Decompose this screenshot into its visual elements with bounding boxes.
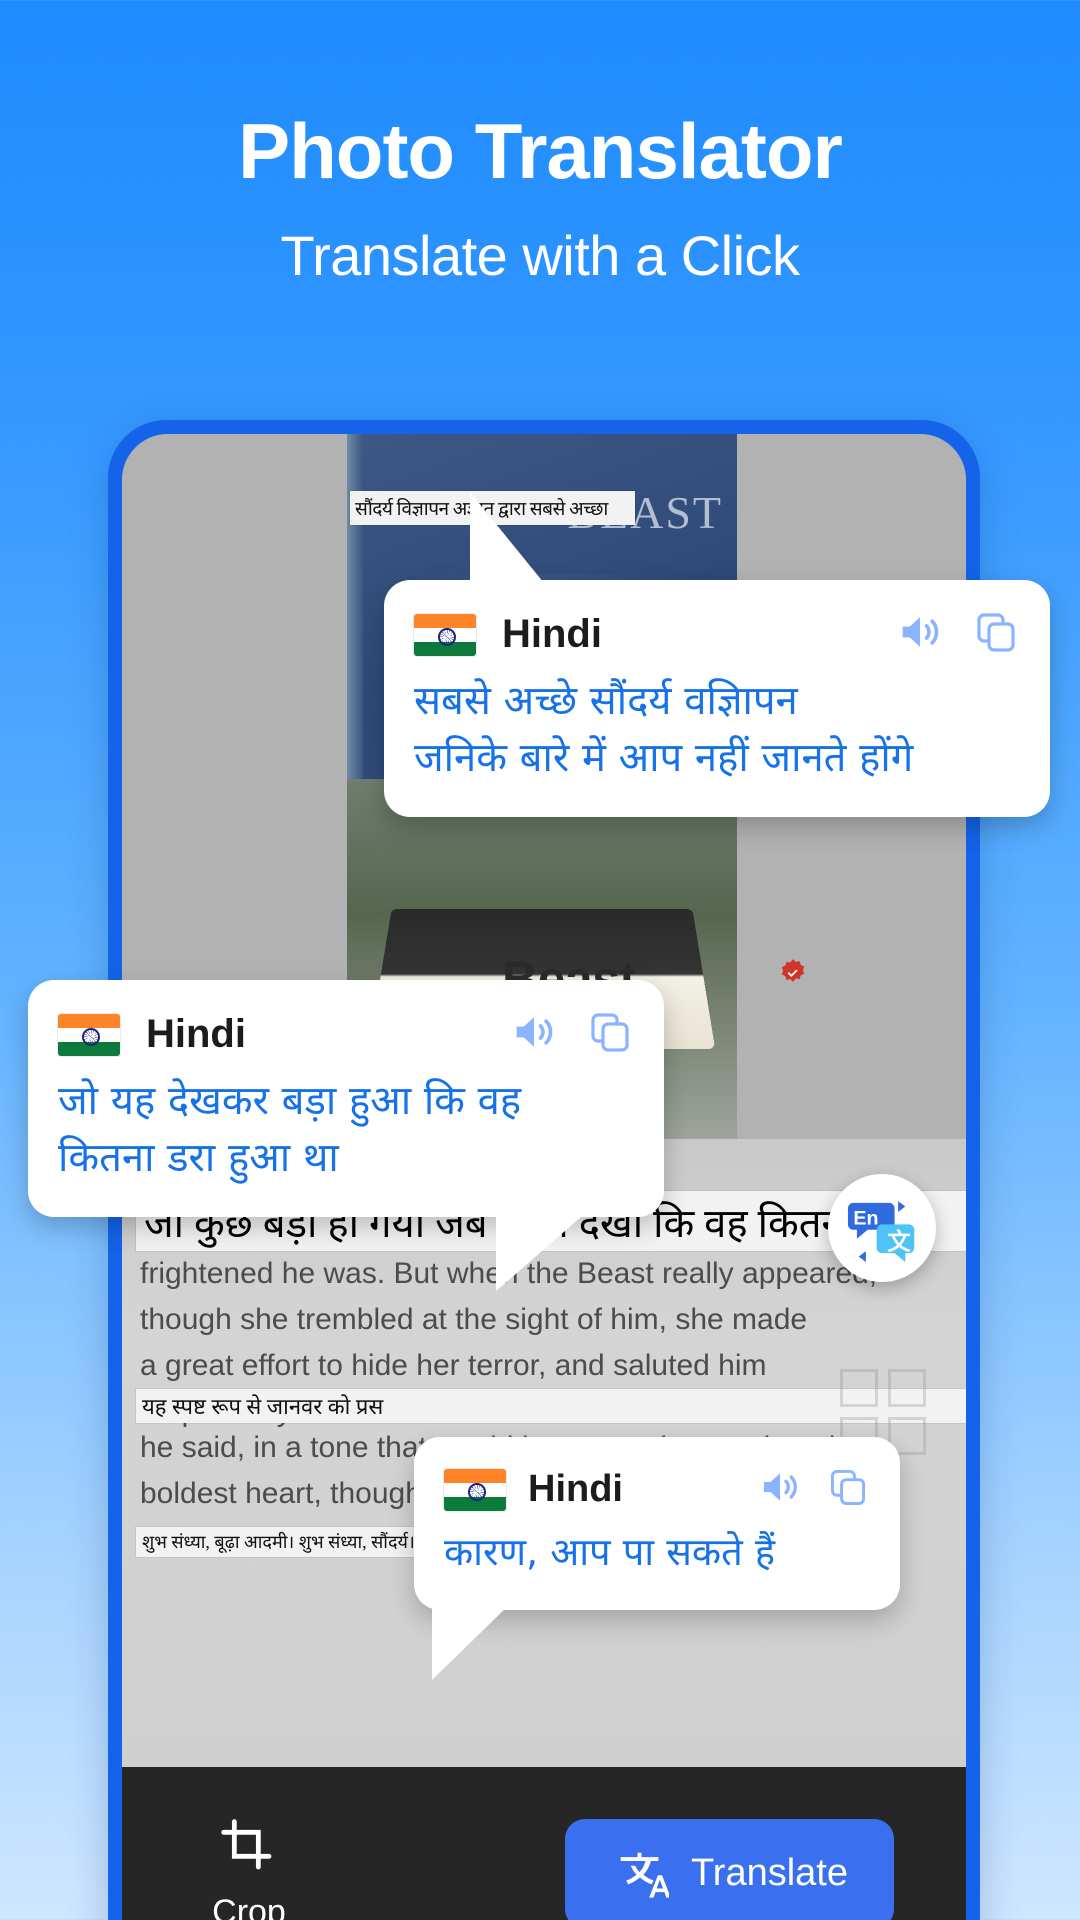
translated-text-line: कितना डरा हुआ था	[58, 1134, 339, 1181]
svg-text:文: 文	[887, 1229, 911, 1256]
copy-icon[interactable]	[586, 1008, 634, 1061]
bubble-tail	[432, 1605, 508, 1680]
verified-badge-icon	[778, 958, 808, 988]
translate-button[interactable]: Translate	[565, 1818, 894, 1920]
translation-bubble[interactable]: Hindi जो यह देखकर बड़ा हुआ कि वह कितना ड…	[28, 980, 664, 1291]
bubble-header: Hindi	[58, 1006, 634, 1063]
india-flag-icon	[414, 613, 476, 656]
translated-text-line: कारण, आप पा सकते हैं	[444, 1530, 775, 1574]
translate-icon	[620, 1852, 669, 1898]
language-label: Hindi	[146, 1012, 246, 1056]
speaker-icon[interactable]	[756, 1463, 804, 1516]
copy-icon[interactable]	[826, 1465, 870, 1514]
svg-text:En: En	[853, 1207, 878, 1229]
translated-text-line: सबसे अच्छे सौंदर्य वज्ञिापन	[414, 678, 798, 724]
bubble-header: Hindi	[444, 1463, 870, 1516]
body-line: though she trembled at the sight of him,…	[140, 1303, 808, 1336]
promo-header: Photo Translator Translate with a Click	[0, 0, 1080, 284]
crop-label: Crop	[212, 1893, 286, 1920]
translated-text-line: जनिके बारे में आप नहीं जानते होंगे	[414, 734, 914, 781]
body-line: a great effort to hide her terror, and s…	[140, 1349, 767, 1382]
bottom-toolbar: Crop Translate	[122, 1767, 966, 1920]
copy-icon[interactable]	[972, 608, 1020, 661]
crop-icon	[221, 1819, 272, 1870]
page-subtitle: Translate with a Click	[280, 224, 800, 287]
translate-fab-icon: En 文	[847, 1201, 915, 1263]
translate-label: Translate	[691, 1852, 848, 1894]
speaker-icon[interactable]	[894, 606, 946, 663]
translation-bubble[interactable]: Hindi कारण, आप पा सकते हैं	[414, 1437, 900, 1680]
page-title: Photo Translator	[238, 107, 843, 195]
crop-button[interactable]: Crop	[144, 1815, 354, 1920]
language-label: Hindi	[502, 612, 602, 656]
translation-bubble[interactable]: Hindi सबसे अच्छे सौंदर्य वज्ञिापन जनिके …	[384, 492, 1050, 817]
india-flag-icon	[58, 1013, 120, 1056]
bubble-tail	[470, 492, 548, 588]
speaker-icon[interactable]	[508, 1006, 560, 1063]
bubble-tail	[496, 1210, 588, 1291]
bubble-header: Hindi	[414, 606, 1020, 663]
india-flag-icon	[444, 1468, 506, 1511]
language-label: Hindi	[528, 1468, 623, 1510]
translated-text-line: जो यह देखकर बड़ा हुआ कि वह	[58, 1078, 522, 1124]
translate-fab-button[interactable]: En 文	[828, 1174, 936, 1282]
